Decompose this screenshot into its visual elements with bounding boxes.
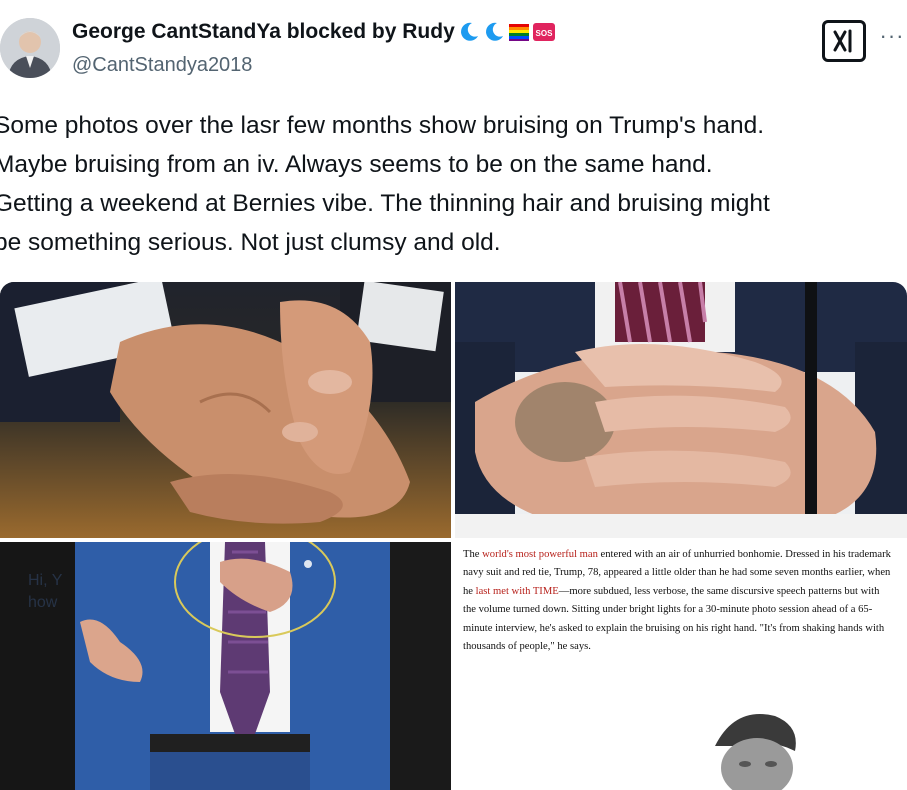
article-excerpt-text: The world's most powerful man entered wi… [463, 546, 893, 656]
x-grok-icon[interactable] [822, 20, 866, 62]
author-name-row[interactable]: George CantStandYa blocked by Rudy SOS [72, 20, 556, 44]
rainbow-flag-icon [508, 24, 529, 41]
photo-hands-bruise-1[interactable] [0, 282, 451, 538]
striped-tie [615, 282, 707, 343]
tweet-line: be something serious. Not just clumsy an… [0, 229, 501, 256]
author-display-name[interactable]: George CantStandYa blocked by Rudy [72, 20, 455, 44]
tweet-line: Maybe bruising from an iv. Always seems … [0, 151, 713, 178]
moon-icon [485, 22, 503, 41]
photo-image [0, 282, 451, 538]
article-text: The [463, 549, 483, 560]
more-options-icon[interactable]: ··· [880, 23, 904, 48]
author-handle[interactable]: @CantStandya2018 [72, 54, 252, 77]
overlay-line: how [28, 594, 58, 611]
photo-hands-bruise-2[interactable] [455, 282, 907, 538]
tweet-text: Some photos over the lasr few months sho… [0, 106, 904, 262]
tweet-line: Getting a weekend at Bernies vibe. The t… [0, 190, 770, 217]
photo-image [455, 282, 907, 538]
avatar[interactable] [0, 18, 60, 78]
sos-icon: SOS [532, 23, 555, 41]
photo-overlay-text: Hi, Y how [28, 570, 62, 614]
article-excerpt-image[interactable]: The world's most powerful man entered wi… [455, 542, 907, 790]
tweet-line: Some photos over the lasr few months sho… [0, 112, 765, 139]
avatar-image [0, 18, 60, 78]
moon-icon [460, 22, 478, 41]
media-grid: Hi, Y how The world's most powerful man … [0, 282, 907, 790]
photo-image [0, 542, 451, 790]
author-badges: SOS [457, 20, 556, 44]
overlay-line: Hi, Y [28, 572, 63, 589]
x-grok-glyph [833, 29, 852, 53]
article-link-text: last met with TIME [475, 585, 559, 597]
sos-label: SOS [535, 29, 553, 38]
portrait-photo [695, 706, 815, 790]
article-link-text: world's most powerful man [482, 549, 598, 560]
photo-suit-hand[interactable]: Hi, Y how [0, 542, 451, 790]
